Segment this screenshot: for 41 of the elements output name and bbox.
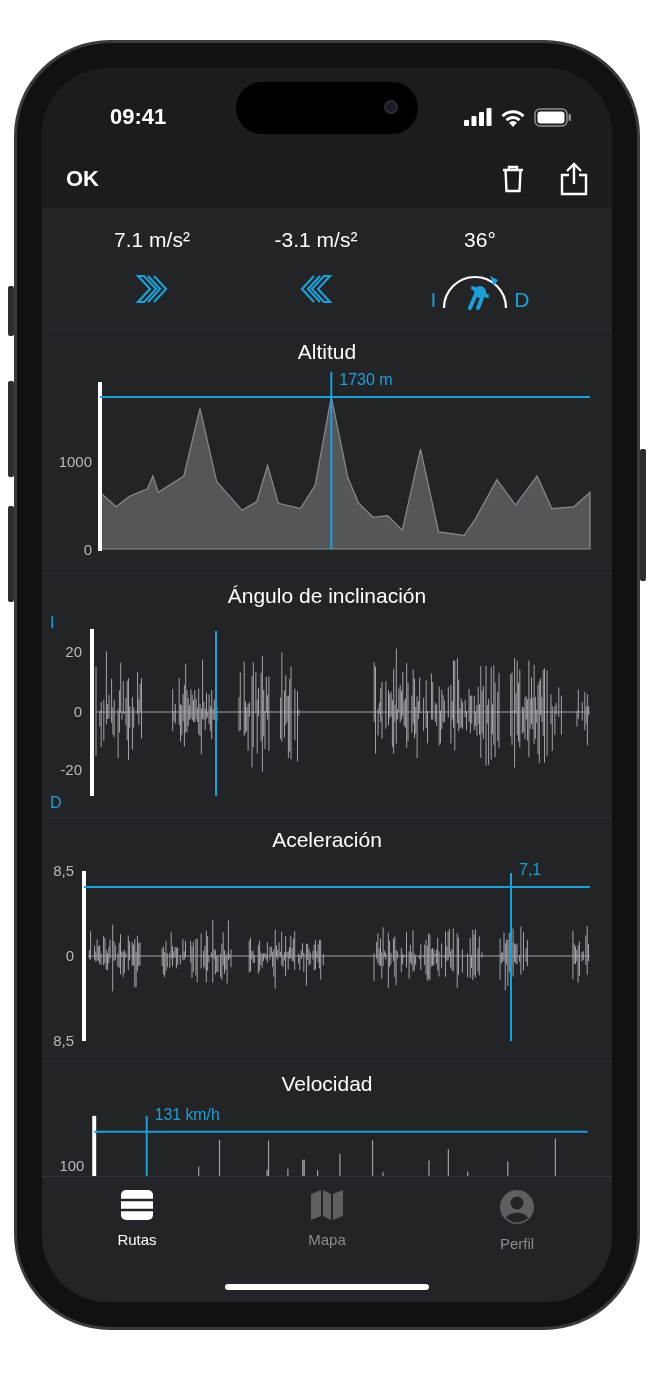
stat-value: -3.1 m/s² — [274, 228, 358, 252]
right-label: D — [514, 289, 530, 310]
chart-title: Velocidad — [281, 1072, 373, 1097]
marker-label: 131 km/h — [154, 1105, 220, 1123]
list-icon — [120, 1189, 154, 1221]
done-button[interactable]: OK — [66, 166, 99, 192]
stat-value: 36° — [464, 228, 496, 252]
wifi-icon — [500, 107, 526, 127]
axis-tick-label: 0 — [65, 947, 74, 964]
axis-tick-label: 0 — [83, 541, 92, 558]
axis-tick-label: -20 — [60, 761, 82, 778]
signal-icon — [464, 108, 492, 126]
share-icon[interactable] — [560, 162, 588, 196]
left-label: I — [50, 614, 55, 631]
marker-line — [145, 1114, 148, 1176]
camera-icon — [384, 100, 398, 114]
double-chevron-left-icon — [299, 274, 333, 304]
tab[interactable]: Mapa — [232, 1177, 422, 1302]
axis-tick-label: 1000 — [58, 453, 92, 471]
axis-tick-label: 100 — [59, 1158, 85, 1175]
axis-line — [92, 1115, 97, 1176]
marker-label: 1730 m — [339, 370, 393, 388]
axis-tick-label: 8,5 — [53, 862, 74, 879]
chart-title: Aceleración — [272, 828, 382, 853]
axis-tick-label: 20 — [65, 643, 82, 660]
marker-label: 7,1 — [519, 861, 542, 878]
stat-value: 7.1 m/s² — [114, 228, 190, 252]
map-icon — [310, 1189, 344, 1221]
double-chevron-right-icon — [135, 274, 169, 304]
status-time: 09:41 — [110, 104, 167, 130]
profile-icon — [499, 1189, 535, 1225]
chart-title: Ángulo de inclinación — [227, 584, 427, 609]
axis-tick-label: 8,5 — [53, 1032, 74, 1049]
tab[interactable]: Perfil — [422, 1177, 612, 1302]
tab[interactable]: Rutas — [42, 1177, 232, 1302]
right-label: D — [50, 794, 62, 811]
axis-tick-label: 0 — [73, 703, 82, 720]
battery-icon — [534, 107, 572, 127]
trash-icon[interactable] — [502, 165, 524, 193]
left-label: I — [430, 289, 437, 310]
chart-title: Altitud — [297, 340, 357, 365]
